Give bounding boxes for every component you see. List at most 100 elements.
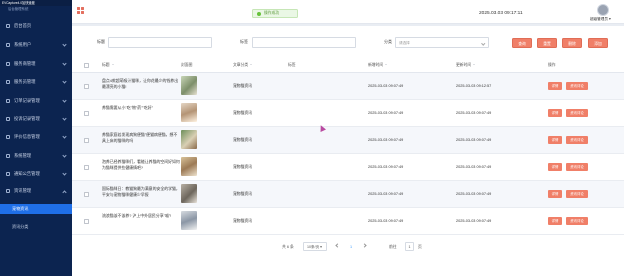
chevron-down-icon [62, 134, 67, 139]
add-button[interactable]: 添加 [588, 38, 608, 48]
row-updated: 2025-03-03 09:12:57 [456, 84, 492, 88]
row-category: 宠物猫资讯 [233, 165, 252, 169]
sort-icon [111, 63, 114, 67]
select-all-checkbox[interactable] [84, 63, 89, 68]
row-checkbox[interactable] [84, 165, 89, 170]
sidebar-item-label: 订单记录管理 [14, 98, 40, 103]
sidebar-item-complaints[interactable]: 投诉记录管理 [0, 114, 72, 124]
header-image: 封面图 [181, 63, 193, 67]
goto-label: 前往 [389, 245, 397, 249]
chevron-down-icon [62, 171, 67, 176]
sidebar-item-label: 后台首页 [14, 23, 32, 28]
reset-button[interactable]: 重置 [537, 38, 557, 48]
chevron-down-icon [62, 79, 67, 84]
flag-icon [6, 189, 10, 193]
sidebar-item-staff[interactable]: 服务员管理 [0, 77, 72, 87]
row-title: 泡养已经养猫咪们，看能让养猫的空间好如何为猫咪提供些健康情吧? [102, 159, 180, 171]
sidebar-subitem-pet-news[interactable]: 宠物资讯 [0, 204, 72, 214]
row-created: 2025-03-03 09:07:49 [368, 192, 404, 196]
row-updated: 2025-03-03 09:07:49 [456, 138, 492, 142]
sidebar-item-providers[interactable]: 服务商管理 [0, 59, 72, 69]
row-created: 2025-03-03 09:07:49 [368, 138, 404, 142]
row-title: 流浪猫该不该养? 沪上中外居民分享"喵"! [102, 213, 172, 218]
table-row[interactable]: 流浪猫该不该养? 沪上中外居民分享"喵"! 宠物猫资讯 2025-03-03 09:… [72, 208, 624, 235]
search-button[interactable]: 查询 [512, 38, 532, 48]
row-title: 国际猫咪日：教猫狗最为满意的安全的学猫，平安与宠物猫咪健康少早报 [102, 186, 180, 198]
detail-button[interactable]: 详情 [548, 136, 562, 144]
row-checkbox[interactable] [84, 138, 89, 143]
chevron-right-icon[interactable] [362, 243, 367, 248]
header-updated[interactable]: 更新时间 [456, 63, 476, 68]
chevron-down-icon [62, 153, 67, 158]
row-checkbox[interactable] [84, 192, 89, 197]
notice-icon [6, 172, 10, 176]
menu-toggle-icon[interactable] [77, 7, 85, 15]
row-updated: 2025-03-03 09:07:49 [456, 165, 492, 169]
row-updated: 2025-03-03 09:07:49 [456, 192, 492, 196]
comments-button[interactable]: 资讯评论 [566, 82, 588, 90]
sidebar-item-label: 评价信息管理 [14, 134, 40, 139]
page-size-select[interactable]: 10条/页 ▾ [303, 242, 327, 251]
row-cover-image [181, 130, 197, 149]
category-label: 分类 [384, 39, 392, 44]
datetime-display: 2025.03.03 09:17:11 [479, 11, 523, 16]
row-category: 宠物猫资讯 [233, 192, 252, 196]
tag-search-input[interactable] [252, 37, 356, 48]
sidebar-subtitle: 后台管理系统 [8, 7, 29, 11]
sidebar-item-reviews[interactable]: 评价信息管理 [0, 132, 72, 142]
sort-icon [250, 63, 253, 67]
header-created[interactable]: 新增时间 [368, 63, 388, 68]
user-icon [6, 43, 10, 47]
page-number[interactable]: 1 [350, 245, 352, 249]
row-updated: 2025-03-03 09:07:49 [456, 219, 492, 223]
sidebar-item-label: 资讯管理 [14, 188, 32, 193]
row-cover-image [181, 76, 197, 95]
avatar[interactable] [597, 4, 609, 16]
sidebar-item-users[interactable]: 系统用户 [0, 40, 72, 50]
row-cover-image [181, 103, 197, 122]
row-title: 养猫需要从小"吃"物"药""吃好" [102, 105, 154, 110]
row-checkbox[interactable] [84, 111, 89, 116]
detail-button[interactable]: 详情 [548, 190, 562, 198]
chevron-down-icon [480, 40, 485, 45]
table-row[interactable]: 盘点4款超萌吸汁猫咪，让你花最少的钱养出最漂亮的小猫! 宠物猫资讯 2025-03-… [72, 73, 624, 100]
header-tag: 标签 [288, 63, 296, 67]
sidebar-item-news[interactable]: 资讯管理 [0, 186, 72, 196]
sidebar-item-system[interactable]: 系统管理 [0, 151, 72, 161]
chevron-down-icon [62, 98, 67, 103]
detail-button[interactable]: 详情 [548, 163, 562, 171]
table-row[interactable]: 养猫家庭若发现病狗便猫"便猫病便猫，想不具上床的猫咪的吗 宠物猫资讯 2025-03… [72, 127, 624, 154]
title-search-input[interactable] [108, 37, 212, 48]
sidebar-subitem-news-category[interactable]: 资讯分类 [0, 222, 72, 232]
sidebar-item-label: 系统管理 [14, 153, 32, 158]
sidebar-item-notices[interactable]: 通知公告管理 [0, 169, 72, 179]
header-category[interactable]: 文章分类 [233, 63, 253, 68]
table-row[interactable]: 养猫需要从小"吃"物"药""吃好" 宠物猫资讯 2025-03-03 09:07:4… [72, 100, 624, 127]
comments-button[interactable]: 资讯评论 [566, 136, 588, 144]
sidebar-item-label: 投诉记录管理 [14, 116, 40, 121]
complaint-icon [6, 117, 10, 121]
user-menu[interactable]: 超级管理员 ▾ [590, 17, 611, 22]
chevron-left-icon[interactable] [335, 243, 340, 248]
comments-button[interactable]: 资讯评论 [566, 217, 588, 225]
detail-button[interactable]: 详情 [548, 82, 562, 90]
goto-suffix: 页 [418, 245, 422, 249]
comments-button[interactable]: 资讯评论 [566, 163, 588, 171]
delete-button[interactable]: 删除 [562, 38, 582, 48]
table-row[interactable]: 泡养已经养猫咪们，看能让养猫的空间好如何为猫咪提供些健康情吧? 宠物猫资讯 2025… [72, 154, 624, 181]
sidebar-item-orders[interactable]: 订单记录管理 [0, 96, 72, 106]
header-title[interactable]: 标题 [102, 63, 114, 68]
title-label: 标题 [97, 39, 105, 44]
goto-page-input[interactable]: 1 [405, 242, 414, 251]
row-checkbox[interactable] [84, 219, 89, 224]
comments-button[interactable]: 资讯评论 [566, 190, 588, 198]
sidebar-item-label: 系统用户 [14, 42, 32, 47]
detail-button[interactable]: 详情 [548, 109, 562, 117]
row-checkbox[interactable] [84, 84, 89, 89]
table-row[interactable]: 国际猫咪日：教猫狗最为满意的安全的学猫，平安与宠物猫咪健康少早报宠物猫资讯 202… [72, 181, 624, 208]
sidebar-item-home[interactable]: 后台首页 [0, 21, 72, 31]
category-select[interactable]: 请选择 [395, 37, 489, 48]
detail-button[interactable]: 详情 [548, 217, 562, 225]
comments-button[interactable]: 资讯评论 [566, 109, 588, 117]
header-ops: 操作 [548, 63, 556, 67]
